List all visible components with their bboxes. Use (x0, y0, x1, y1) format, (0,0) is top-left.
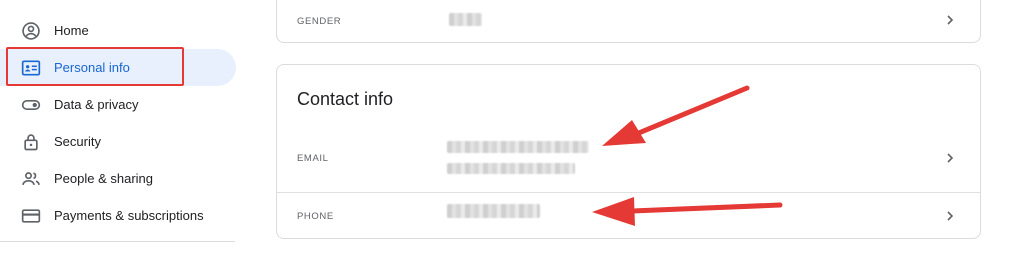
sidebar-item-label: Home (54, 23, 89, 38)
sidebar-item-data-privacy[interactable]: Data & privacy (0, 86, 236, 123)
phone-row[interactable]: PHONE (277, 193, 980, 239)
account-circle-icon (22, 22, 40, 40)
sidebar-item-security[interactable]: Security (0, 123, 236, 160)
sidebar-nav: Home Personal info Data & privacy Securi… (0, 0, 240, 258)
credit-card-icon (21, 209, 41, 223)
sidebar-item-label: Security (54, 134, 101, 149)
sidebar-item-label: Payments & subscriptions (54, 208, 204, 223)
people-icon (22, 172, 40, 185)
email-row[interactable]: EMAIL (277, 128, 980, 192)
sidebar-item-personal-info[interactable]: Personal info (0, 49, 236, 86)
email-value-redacted (447, 141, 589, 153)
sidebar-item-label: Data & privacy (54, 97, 139, 112)
chevron-right-icon (947, 211, 954, 221)
sidebar-item-label: People & sharing (54, 171, 154, 186)
sidebar-item-payments[interactable]: Payments & subscriptions (0, 197, 236, 234)
id-card-icon (21, 60, 41, 76)
phone-label: PHONE (297, 211, 334, 222)
basic-info-card: GENDER (276, 0, 981, 43)
contact-info-title: Contact info (297, 89, 394, 109)
phone-value-redacted (447, 204, 540, 218)
email-secondary-redacted (447, 163, 575, 174)
gender-label: GENDER (297, 16, 342, 27)
sidebar-divider (0, 241, 235, 242)
chevron-right-icon (947, 153, 954, 163)
sidebar-item-label: Personal info (54, 60, 130, 75)
lock-icon (24, 134, 38, 151)
contact-info-card: Contact info EMAIL PHONE (276, 64, 981, 239)
chevron-right-icon (947, 15, 954, 25)
gender-row[interactable]: GENDER (277, 1, 980, 43)
gender-value-redacted (449, 13, 482, 26)
toggle-icon (21, 100, 41, 110)
sidebar-item-people-sharing[interactable]: People & sharing (0, 160, 236, 197)
sidebar-item-home[interactable]: Home (0, 12, 236, 49)
email-label: EMAIL (297, 153, 329, 164)
